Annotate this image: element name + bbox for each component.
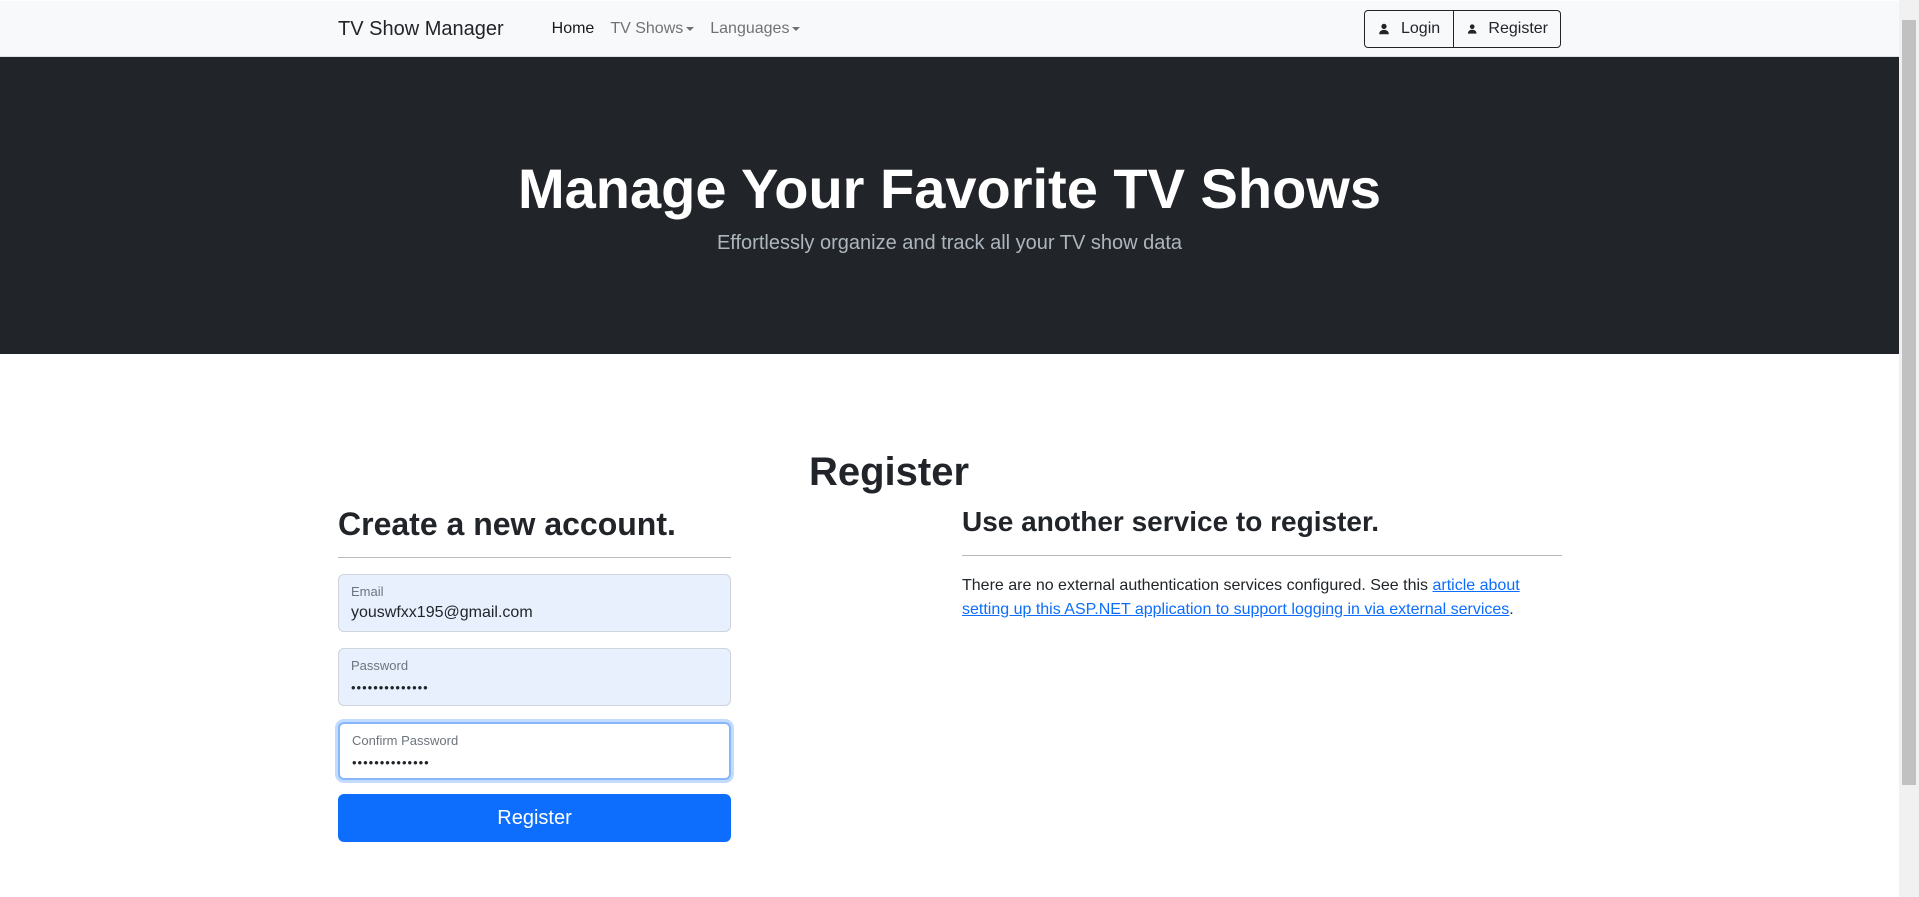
confirm-password-input[interactable]: [352, 750, 712, 775]
confirm-password-label: Confirm Password: [352, 733, 459, 749]
password-input[interactable]: [351, 675, 711, 700]
register-submit-button[interactable]: Register: [338, 794, 731, 843]
hero-title: Manage Your Favorite TV Shows: [518, 157, 1381, 220]
form-heading: Create a new account.: [338, 506, 676, 542]
confirm-password-field: Confirm Password: [338, 722, 731, 781]
nav-languages-label: Languages: [710, 20, 790, 37]
nav-home-label: Home: [551, 20, 595, 37]
page: TV Show Manager Home TV Shows Languages: [0, 0, 1899, 897]
password-label: Password: [351, 658, 409, 674]
navbar-container: TV Show Manager Home TV Shows Languages: [338, 1, 1561, 57]
vertical-scrollbar[interactable]: [1899, 0, 1919, 897]
user-icon: [1379, 23, 1389, 35]
register-nav-button[interactable]: Register: [1453, 10, 1561, 48]
nav-tv-shows-label: TV Shows: [610, 20, 684, 37]
external-divider: [962, 554, 1562, 556]
caret-down-icon: [792, 27, 801, 31]
external-info-prefix: There are no external authentication ser…: [962, 576, 1433, 594]
user-icon: [1467, 24, 1477, 34]
page-title: Register: [808, 450, 970, 494]
hero-banner: Manage Your Favorite TV Shows Effortless…: [0, 57, 1899, 354]
external-heading: Use another service to register.: [962, 506, 1380, 537]
external-info-suffix: .: [1509, 600, 1514, 618]
navbar: TV Show Manager Home TV Shows Languages: [0, 1, 1899, 57]
nav-languages-dropdown[interactable]: Languages: [710, 20, 801, 38]
login-button[interactable]: Login: [1364, 10, 1454, 48]
external-login-section: Use another service to register. There a…: [962, 505, 1562, 622]
register-form-section: Create a new account. Email Password Con…: [338, 505, 731, 843]
password-field: Password: [338, 648, 731, 707]
login-label: Login: [1401, 20, 1441, 37]
email-input[interactable]: [351, 601, 711, 626]
nav-tv-shows-dropdown[interactable]: TV Shows: [610, 20, 695, 38]
nav-home[interactable]: Home: [552, 20, 595, 38]
brand-link[interactable]: TV Show Manager: [338, 18, 504, 41]
scrollbar-thumb[interactable]: [1902, 20, 1916, 785]
email-field: Email: [338, 574, 731, 633]
auth-buttons: Login Register: [1364, 10, 1561, 48]
register-nav-label: Register: [1488, 20, 1548, 37]
external-info-text: There are no external authentication ser…: [962, 574, 1522, 622]
caret-down-icon: [686, 27, 695, 31]
hero-subtitle: Effortlessly organize and track all your…: [716, 232, 1183, 254]
form-divider: [338, 557, 731, 559]
email-label: Email: [351, 584, 384, 600]
nav-links: Home TV Shows Languages: [552, 20, 801, 38]
